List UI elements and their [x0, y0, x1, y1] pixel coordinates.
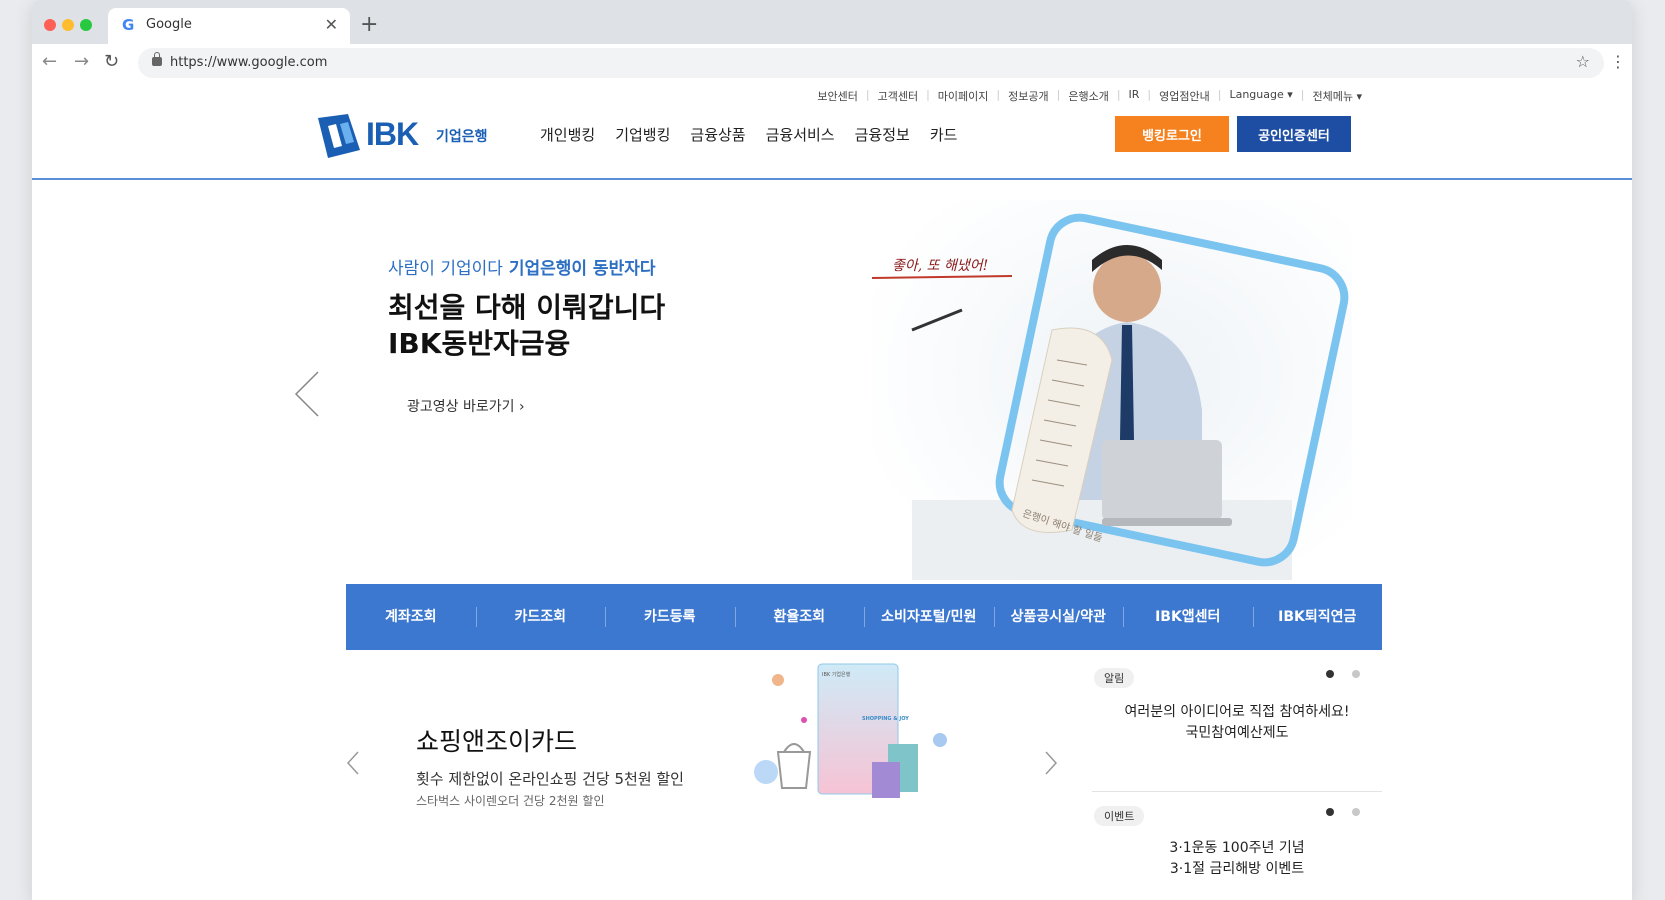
util-link[interactable]: 고객센터: [878, 88, 918, 104]
nav-business-banking[interactable]: 기업뱅킹: [615, 124, 670, 145]
nav-financial-products[interactable]: 금융상품: [690, 124, 745, 145]
util-separator: |: [1300, 88, 1305, 101]
util-separator: |: [1116, 88, 1121, 101]
util-link[interactable]: 은행소개: [1068, 88, 1108, 104]
minimize-window-button[interactable]: [62, 19, 74, 31]
util-separator: |: [1147, 88, 1152, 101]
banking-login-button[interactable]: 뱅킹로그인: [1115, 116, 1229, 152]
reload-icon[interactable]: ↻: [104, 51, 119, 72]
utility-links: 보안센터 | 고객센터 | 마이페이지 | 정보공개 | 은행소개 | IR | 영업점안내 | Langu…: [817, 88, 1362, 104]
ad-video-link[interactable]: 광고영상 바로가기 ›: [407, 396, 525, 416]
utility-bar: 보안센터 | 고객센터 | 마이페이지 | 정보공개 | 은행소개 | IR | 영업점안내 | Langu…: [32, 88, 1632, 108]
hero-subtitle-a: 사람이 기업이다: [388, 259, 503, 279]
event-text-line1[interactable]: 3·1운동 100주년 기념: [1092, 838, 1382, 859]
card-brand-text: IBK 기업은행: [822, 671, 851, 678]
hero-subtitle-b: 기업은행이 동반자다: [508, 259, 656, 279]
logo-subtext: 기업은행: [436, 129, 488, 145]
browser-tab[interactable]: G Google ✕: [108, 8, 350, 44]
hero-banner: 사람이 기업이다 기업은행이 동반자다 최선을 다해 이뤄갑니다 IBK동반자금…: [32, 182, 1632, 588]
notice-tag: 이벤트: [1094, 806, 1145, 826]
promo-card-banner: 쇼핑앤조이카드 횟수 제한없이 온라인쇼핑 건당 5천원 할인 스타벅스 사이렌…: [346, 662, 1066, 862]
hero-illustration: 은행이 해야 할 일들 좋아, 또 해냈어!: [872, 200, 1352, 588]
quick-card-inquiry[interactable]: 카드조회: [475, 584, 606, 650]
bookmark-star-icon[interactable]: ☆: [1576, 52, 1590, 71]
hero-title-line1: 최선을 다해 이뤄갑니다: [388, 291, 666, 324]
tab-close-icon[interactable]: ✕: [325, 15, 338, 34]
util-link[interactable]: 정보공개: [1008, 88, 1048, 104]
site-header: IBK 기업은행 개인뱅킹 기업뱅킹 금융상품 금융서비스 금융정보 카드 뱅킹…: [32, 108, 1632, 180]
util-separator: |: [1217, 88, 1222, 101]
maximize-window-button[interactable]: [80, 19, 92, 31]
util-link[interactable]: 마이페이지: [938, 88, 989, 104]
browser-window: G Google ✕ + ← → ↻ https://www.google.co…: [32, 0, 1632, 900]
tab-title: Google: [146, 17, 192, 32]
hero-title: 최선을 다해 이뤄갑니다 IBK동반자금융: [388, 290, 665, 362]
card-label-text: SHOPPING & JOY: [862, 716, 909, 722]
util-separator: |: [926, 88, 930, 101]
hero-subtitle: 사람이 기업이다 기업은행이 동반자다: [388, 254, 656, 279]
forward-arrow-icon[interactable]: →: [74, 51, 89, 72]
browser-toolbar: ← → ↻ https://www.google.com ☆ ⋮: [32, 44, 1632, 82]
promo-description: 횟수 제한없이 온라인쇼핑 건당 5천원 할인: [416, 770, 684, 788]
util-link[interactable]: 보안센터: [817, 88, 857, 104]
promo-prev-arrow-icon[interactable]: [346, 750, 360, 776]
main-nav: 개인뱅킹 기업뱅킹 금융상품 금융서비스 금융정보 카드: [540, 124, 977, 145]
util-link[interactable]: 영업점안내: [1159, 88, 1210, 104]
util-link[interactable]: Language ▾: [1229, 88, 1292, 104]
quick-app-center[interactable]: IBK앱센터: [1123, 584, 1253, 650]
url-text[interactable]: https://www.google.com: [170, 55, 327, 70]
notice-pagination: [1326, 670, 1360, 678]
logo-text: IBK: [366, 116, 419, 152]
util-separator: |: [996, 88, 1001, 101]
notice-text-line2[interactable]: 국민참여예산제도: [1092, 723, 1382, 744]
quick-retirement-pension[interactable]: IBK퇴직연금: [1252, 584, 1383, 650]
quick-exchange-rate[interactable]: 환율조회: [734, 584, 865, 650]
ibk-logo-icon: [318, 114, 360, 158]
event-pagination: [1326, 808, 1360, 816]
back-arrow-icon[interactable]: ←: [42, 51, 57, 72]
nav-financial-services[interactable]: 금융서비스: [766, 124, 835, 145]
util-link[interactable]: IR: [1129, 88, 1140, 104]
quick-card-registration[interactable]: 카드등록: [605, 584, 735, 650]
pagination-dot-active[interactable]: [1326, 670, 1334, 678]
google-favicon-icon: G: [122, 16, 135, 34]
util-separator: |: [865, 88, 870, 101]
pagination-dot[interactable]: [1352, 808, 1360, 816]
ibk-logo[interactable]: IBK 기업은행: [314, 112, 499, 160]
browser-menu-icon[interactable]: ⋮: [1610, 52, 1626, 71]
nav-card[interactable]: 카드: [930, 124, 958, 145]
promo-title[interactable]: 쇼핑앤조이카드: [416, 722, 577, 758]
quick-menu-bar: 계좌조회 카드조회 카드등록 환율조회 소비자포털/민원 상품공시실/약관 IB…: [346, 584, 1382, 650]
hero-title-line2: IBK동반자금융: [388, 327, 571, 360]
handwriting-text: 좋아, 또 해냈어!: [892, 258, 988, 274]
pagination-dot-active[interactable]: [1326, 808, 1334, 816]
quick-account-inquiry[interactable]: 계좌조회: [346, 584, 476, 650]
new-tab-button[interactable]: +: [360, 12, 378, 37]
notice-tag: 알림: [1094, 668, 1135, 688]
notice-panel-alert: 알림 여러분의 아이디어로 직접 참여하세요! 국민참여예산제도: [1092, 662, 1382, 792]
certificate-center-button[interactable]: 공인인증센터: [1237, 116, 1351, 152]
hero-prev-arrow-icon[interactable]: [294, 370, 320, 418]
tab-bar: G Google ✕ +: [32, 0, 1632, 44]
pagination-dot[interactable]: [1352, 670, 1360, 678]
promo-subtext: 스타벅스 사이렌오더 건당 2천원 할인: [416, 794, 605, 808]
quick-product-disclosure[interactable]: 상품공시실/약관: [993, 584, 1124, 650]
util-link[interactable]: 전체메뉴 ▾: [1313, 88, 1363, 104]
nav-financial-info[interactable]: 금융정보: [855, 124, 910, 145]
shopping-card-illustration[interactable]: IBK 기업은행 SHOPPING & JOY: [738, 662, 958, 832]
close-window-button[interactable]: [44, 19, 56, 31]
util-separator: |: [1056, 88, 1061, 101]
address-bar[interactable]: https://www.google.com ☆: [138, 48, 1604, 78]
notice-text-line1[interactable]: 여러분의 아이디어로 직접 참여하세요!: [1092, 702, 1382, 723]
event-text-line2[interactable]: 3·1절 금리해방 이벤트: [1092, 859, 1382, 880]
notice-panel-event: 이벤트 3·1운동 100주년 기념 3·1절 금리해방 이벤트: [1092, 800, 1382, 900]
lock-icon: [152, 52, 162, 66]
nav-personal-banking[interactable]: 개인뱅킹: [540, 124, 595, 145]
promo-next-arrow-icon[interactable]: [1044, 750, 1058, 776]
quick-consumer-portal[interactable]: 소비자포털/민원: [864, 584, 994, 650]
